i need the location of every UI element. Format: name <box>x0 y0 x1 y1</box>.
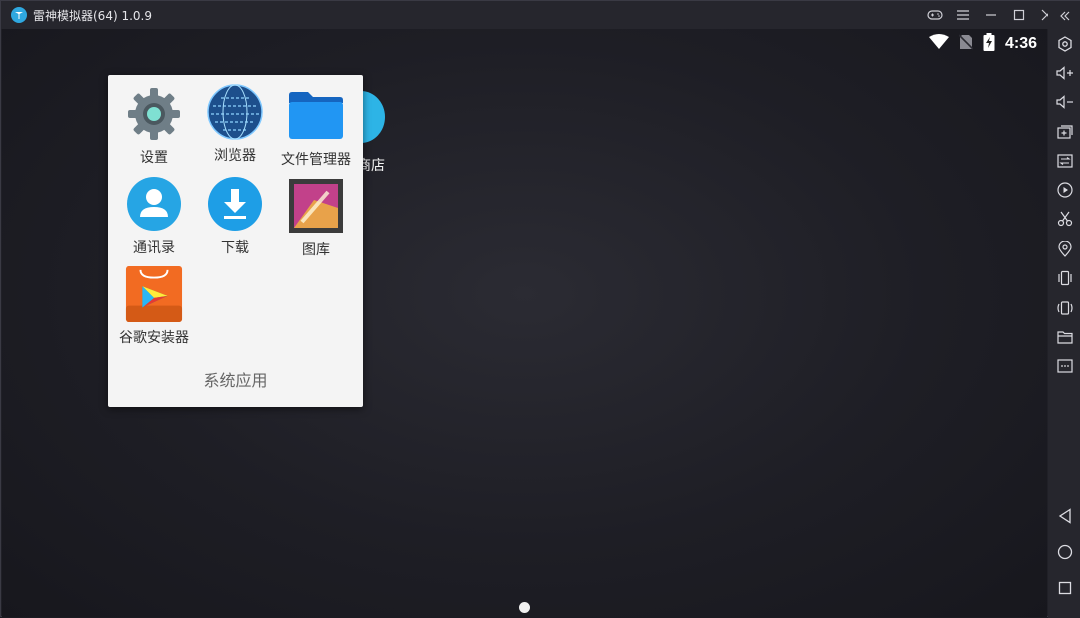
clock: 4:36 <box>1004 35 1037 52</box>
app-label: 图库 <box>302 241 330 257</box>
emulator-window: 雷神模拟器(64) 1.0.9 4:36 商店 设置 浏览器 文件管理器 通讯录… <box>0 0 1080 618</box>
app-gallery[interactable]: 图库 <box>273 177 359 259</box>
app-google-installer[interactable]: 谷歌安装器 <box>111 265 197 347</box>
collapse-icon[interactable] <box>1048 3 1080 29</box>
recents-icon[interactable] <box>1048 575 1080 601</box>
app-contacts[interactable]: 通讯录 <box>111 175 197 257</box>
browser-icon <box>206 83 264 141</box>
app-logo-icon <box>11 7 27 23</box>
app-label: 下载 <box>221 239 249 255</box>
app-browser[interactable]: 浏览器 <box>192 83 278 165</box>
minimize-icon[interactable] <box>977 1 1005 29</box>
menu-icon[interactable] <box>949 1 977 29</box>
settings-icon[interactable] <box>1048 31 1080 57</box>
page-indicator-dot <box>519 602 530 613</box>
sync-icon[interactable] <box>1048 148 1080 174</box>
location-icon[interactable] <box>1048 236 1080 262</box>
gallery-icon <box>287 177 345 235</box>
gamepad-icon[interactable] <box>921 1 949 29</box>
maximize-icon[interactable] <box>1005 1 1033 29</box>
volume-down-icon[interactable] <box>1048 89 1080 115</box>
status-bar: 4:36 <box>928 32 1037 56</box>
rotate-icon[interactable] <box>1048 295 1080 321</box>
tool-sidebar <box>1048 1 1080 618</box>
app-title: 雷神模拟器(64) 1.0.9 <box>33 8 152 23</box>
app-settings[interactable]: 设置 <box>111 85 197 167</box>
download-icon <box>206 175 264 233</box>
google-installer-icon <box>125 265 183 323</box>
battery-charging-icon <box>983 33 995 55</box>
play-icon[interactable] <box>1048 177 1080 203</box>
app-label: 设置 <box>140 149 168 165</box>
title-bar: 雷神模拟器(64) 1.0.9 <box>1 1 1080 29</box>
folder-title[interactable]: 系统应用 <box>108 367 363 391</box>
home-icon[interactable] <box>1048 539 1080 565</box>
volume-up-icon[interactable] <box>1048 60 1080 86</box>
scissors-icon[interactable] <box>1048 206 1080 232</box>
file-manager-icon <box>287 87 345 145</box>
system-apps-folder: 设置 浏览器 文件管理器 通讯录 下载 图库 谷歌安装器 系统应用 <box>108 75 363 407</box>
more-icon[interactable] <box>1048 353 1080 379</box>
back-icon[interactable] <box>1048 503 1080 529</box>
app-file-manager[interactable]: 文件管理器 <box>273 87 359 169</box>
no-sim-icon <box>958 34 974 54</box>
android-screen[interactable]: 4:36 商店 设置 浏览器 文件管理器 通讯录 下载 图库 谷歌安装器 系统应… <box>2 29 1047 617</box>
app-label: 通讯录 <box>133 239 175 255</box>
app-label: 文件管理器 <box>281 151 351 167</box>
shake-icon[interactable] <box>1048 265 1080 291</box>
app-download[interactable]: 下载 <box>192 175 278 257</box>
wifi-icon <box>928 34 949 54</box>
app-label: 谷歌安装器 <box>119 329 189 345</box>
contacts-icon <box>125 175 183 233</box>
add-window-icon[interactable] <box>1048 119 1080 145</box>
app-label: 浏览器 <box>214 147 256 163</box>
folder-icon[interactable] <box>1048 324 1080 350</box>
settings-icon <box>125 85 183 143</box>
